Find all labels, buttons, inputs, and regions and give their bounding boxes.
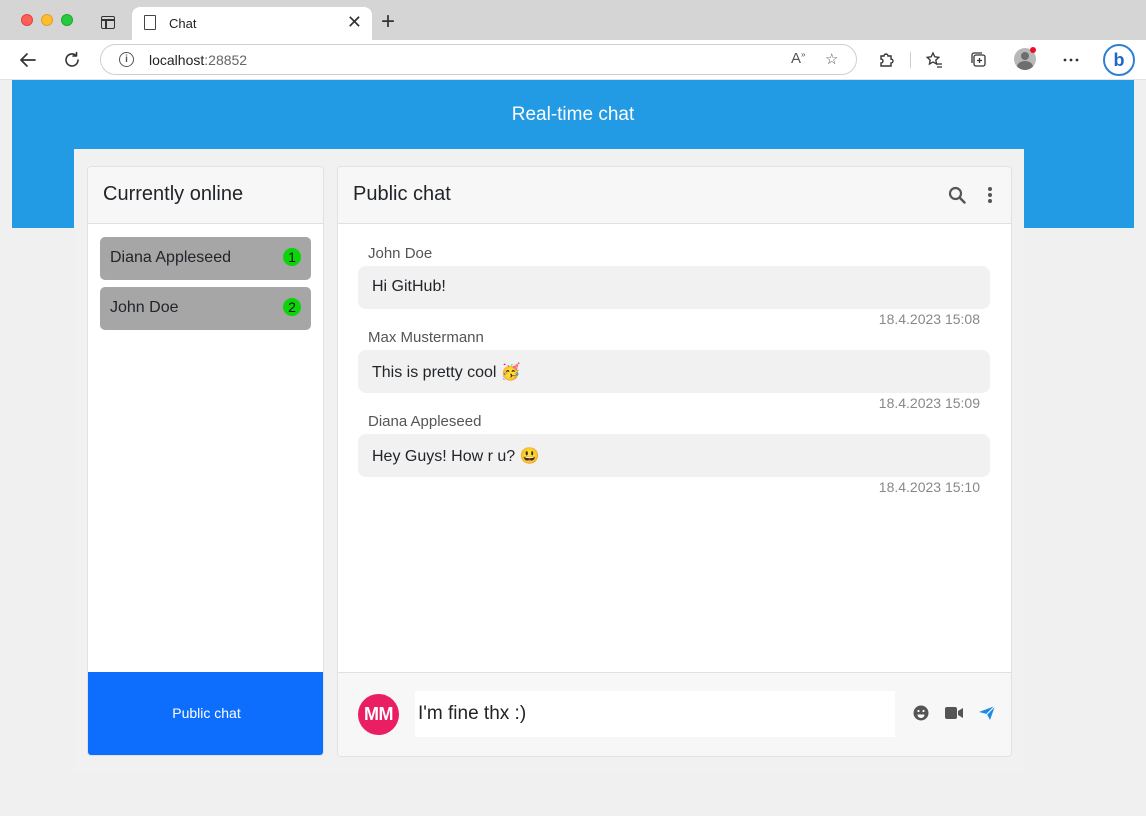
message-timestamp: 18.4.2023 15:09 — [878, 395, 980, 411]
online-user-item[interactable]: John Doe 2 — [100, 287, 311, 330]
send-icon[interactable] — [978, 705, 996, 721]
page-title: Real-time chat — [511, 104, 635, 125]
address-bar[interactable]: i localhost:28852 A» ☆ — [100, 44, 857, 75]
read-aloud-icon[interactable]: A» — [791, 50, 805, 67]
chat-title: Public chat — [353, 183, 451, 205]
maximize-window-button[interactable] — [61, 14, 73, 26]
collections-icon[interactable] — [967, 48, 991, 72]
public-chat-button[interactable]: Public chat — [88, 672, 323, 755]
more-icon[interactable] — [1059, 48, 1083, 72]
message-timestamp: 18.4.2023 15:10 — [878, 479, 980, 495]
emoji-icon[interactable] — [913, 705, 929, 721]
sidebar-title: Currently online — [88, 167, 323, 224]
status-badge: 1 — [283, 248, 301, 266]
user-name: Diana Appleseed — [110, 249, 231, 266]
notification-dot — [1030, 47, 1036, 53]
online-users-panel: Currently online Diana Appleseed 1 John … — [87, 166, 324, 756]
message: Max Mustermann This is pretty cool 🥳 18.… — [358, 328, 990, 411]
url-text: localhost:28852 — [149, 52, 248, 68]
bing-icon[interactable]: b — [1103, 44, 1135, 76]
user-name: John Doe — [110, 299, 179, 316]
tab-actions-icon[interactable] — [101, 16, 115, 29]
message-bubble: Hey Guys! How r u? 😃 — [358, 434, 990, 477]
page-icon — [144, 15, 156, 30]
chat-panel: Public chat John Doe Hi GitHub! 18.4.202… — [337, 166, 1012, 757]
back-icon[interactable] — [16, 48, 40, 72]
browser-titlebar: Chat ✕ + — [0, 0, 1146, 41]
close-window-button[interactable] — [21, 14, 33, 26]
close-tab-icon[interactable]: ✕ — [347, 13, 362, 31]
new-tab-icon[interactable]: + — [381, 10, 395, 34]
add-favorite-icon[interactable]: ☆ — [825, 50, 838, 68]
message-input[interactable] — [415, 691, 895, 737]
extensions-icon[interactable] — [874, 48, 898, 72]
message-author: Max Mustermann — [368, 329, 484, 346]
message-bubble: This is pretty cool 🥳 — [358, 350, 990, 393]
browser-tab[interactable]: Chat ✕ — [132, 7, 372, 41]
tab-title: Chat — [169, 16, 197, 31]
message-timestamp: 18.4.2023 15:08 — [878, 311, 980, 327]
minimize-window-button[interactable] — [41, 14, 53, 26]
chat-header: Public chat — [338, 167, 1011, 224]
info-icon[interactable]: i — [119, 52, 134, 67]
message-author: John Doe — [368, 245, 433, 262]
message-author: Diana Appleseed — [368, 413, 482, 430]
message-list: John Doe Hi GitHub! 18.4.2023 15:08 Max … — [338, 224, 1011, 674]
message-bubble: Hi GitHub! — [358, 266, 990, 309]
toolbar-divider — [910, 52, 911, 68]
favorites-icon[interactable] — [922, 48, 946, 72]
online-user-item[interactable]: Diana Appleseed 1 — [100, 237, 311, 280]
kebab-icon[interactable] — [986, 186, 994, 204]
message: Diana Appleseed Hey Guys! How r u? 😃 18.… — [358, 412, 990, 495]
reload-icon[interactable] — [60, 48, 84, 72]
video-icon[interactable] — [944, 705, 964, 721]
browser-toolbar: i localhost:28852 A» ☆ — [0, 40, 1146, 80]
status-badge: 2 — [283, 298, 301, 316]
avatar: MM — [358, 694, 399, 735]
search-icon[interactable] — [948, 186, 966, 204]
online-user-list: Diana Appleseed 1 John Doe 2 — [88, 224, 323, 330]
message: John Doe Hi GitHub! 18.4.2023 15:08 — [358, 244, 990, 327]
message-composer: MM — [338, 672, 1011, 756]
